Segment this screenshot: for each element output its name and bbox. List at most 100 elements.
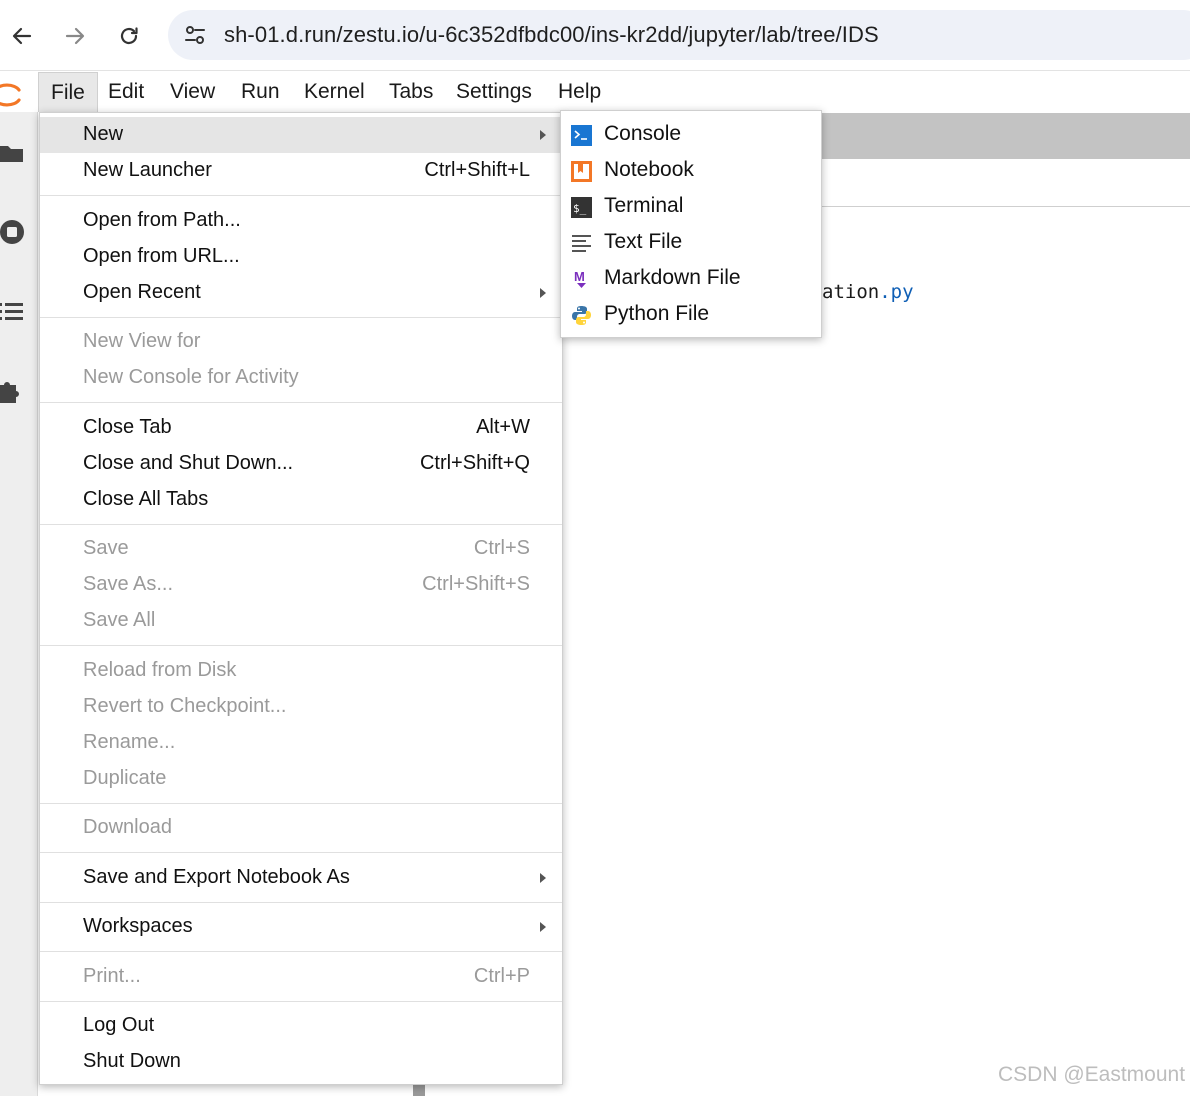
file-menu-save-and-export-notebook-as[interactable]: Save and Export Notebook As bbox=[40, 860, 562, 896]
new-text-file[interactable]: Text File bbox=[561, 225, 821, 261]
file-menu-rename[interactable]: Rename... bbox=[40, 725, 562, 761]
filename-partial: ation bbox=[822, 281, 880, 303]
menu-separator bbox=[40, 195, 562, 196]
menu-separator bbox=[40, 402, 562, 403]
reload-button[interactable] bbox=[109, 16, 149, 56]
arrow-left-icon bbox=[12, 27, 32, 45]
menu-kernel[interactable]: Kernel bbox=[292, 72, 377, 112]
file-menu-label: Revert to Checkpoint... bbox=[83, 695, 287, 717]
jupyter-logo-icon[interactable] bbox=[0, 78, 24, 112]
new-python-file[interactable]: Python File bbox=[561, 297, 821, 333]
url-text[interactable]: sh-01.d.run/zestu.io/u-6c352dfbdc00/ins-… bbox=[224, 22, 879, 48]
file-menu-reload-from-disk[interactable]: Reload from Disk bbox=[40, 653, 562, 689]
file-menu-duplicate[interactable]: Duplicate bbox=[40, 761, 562, 797]
svg-text:M: M bbox=[574, 269, 585, 284]
file-menu-label: Open from URL... bbox=[83, 245, 240, 267]
file-menu-shortcut: Ctrl+Shift+L bbox=[424, 159, 530, 181]
file-menu-save[interactable]: Save Ctrl+S bbox=[40, 531, 562, 567]
file-menu-print[interactable]: Print... Ctrl+P bbox=[40, 959, 562, 995]
file-menu-label: Open from Path... bbox=[83, 209, 241, 231]
file-menu-label: Duplicate bbox=[83, 767, 167, 789]
notebook-icon bbox=[571, 161, 592, 182]
back-button[interactable] bbox=[2, 16, 42, 56]
extension-puzzle-icon[interactable] bbox=[0, 375, 30, 405]
site-info-button[interactable] bbox=[180, 20, 210, 50]
file-menu-label: Log Out bbox=[83, 1014, 155, 1036]
new-notebook[interactable]: Notebook bbox=[561, 153, 821, 189]
file-menu-new-console-for-activity[interactable]: New Console for Activity bbox=[40, 360, 562, 396]
file-menu-revert-to-checkpoint[interactable]: Revert to Checkpoint... bbox=[40, 689, 562, 725]
markdown-icon: M bbox=[574, 269, 586, 288]
file-menu-label: Save All bbox=[83, 609, 156, 631]
file-menu-new-view-for[interactable]: New View for bbox=[40, 324, 562, 360]
menu-run[interactable]: Run bbox=[229, 72, 292, 112]
menu-tabs[interactable]: Tabs bbox=[377, 72, 445, 112]
reload-icon bbox=[120, 27, 138, 45]
file-menu-label: Save and Export Notebook As bbox=[83, 866, 350, 888]
forward-button[interactable] bbox=[55, 16, 95, 56]
file-menu-save-as[interactable]: Save As... Ctrl+Shift+S bbox=[40, 567, 562, 603]
running-kernels-icon[interactable] bbox=[0, 217, 30, 247]
left-sidebar bbox=[0, 112, 38, 1096]
menu-separator bbox=[40, 951, 562, 952]
file-menu-shortcut: Ctrl+Shift+Q bbox=[419, 452, 530, 474]
submenu-label: Notebook bbox=[604, 158, 694, 181]
file-menu-shut-down[interactable]: Shut Down bbox=[40, 1044, 562, 1080]
console-icon bbox=[571, 125, 592, 146]
text-file-icon bbox=[572, 235, 591, 252]
file-menu-open-from-url[interactable]: Open from URL... bbox=[40, 239, 562, 275]
menu-separator bbox=[40, 524, 562, 525]
file-menu-shortcut: Alt+W bbox=[476, 416, 530, 438]
new-console[interactable]: Console bbox=[561, 117, 821, 153]
file-menu-open-recent[interactable]: Open Recent bbox=[40, 275, 562, 311]
file-menu-label: Print... bbox=[83, 965, 141, 987]
file-menu-label: Close All Tabs bbox=[83, 488, 209, 510]
menu-help[interactable]: Help bbox=[546, 72, 613, 112]
new-submenu: Console Notebook $_ Terminal Text File M… bbox=[560, 110, 822, 338]
file-menu-workspaces[interactable]: Workspaces bbox=[40, 909, 562, 945]
file-menu-close-all-tabs[interactable]: Close All Tabs bbox=[40, 482, 562, 518]
watermark: CSDN @Eastmount bbox=[998, 1063, 1186, 1086]
file-menu-label: Save As... bbox=[83, 573, 174, 595]
file-menu-new[interactable]: New bbox=[40, 117, 562, 153]
file-menu-new-launcher[interactable]: New Launcher Ctrl+Shift+L bbox=[40, 153, 562, 189]
file-menu-label: New Console for Activity bbox=[83, 366, 299, 388]
file-menu-download[interactable]: Download bbox=[40, 810, 562, 846]
menu-settings[interactable]: Settings bbox=[444, 72, 544, 112]
file-menu-close-and-shut-down[interactable]: Close and Shut Down... Ctrl+Shift+Q bbox=[40, 446, 562, 482]
file-menu-label: New bbox=[83, 123, 124, 145]
python-icon bbox=[572, 306, 591, 325]
file-menu-label: New Launcher bbox=[83, 159, 212, 181]
jupyter-menubar: File Edit View Run Kernel Tabs Settings … bbox=[0, 72, 1190, 112]
submenu-label: Terminal bbox=[604, 194, 684, 217]
address-bar[interactable]: sh-01.d.run/zestu.io/u-6c352dfbdc00/ins-… bbox=[168, 10, 1190, 60]
menu-file[interactable]: File bbox=[38, 72, 98, 112]
table-of-contents-icon[interactable] bbox=[0, 296, 30, 326]
filename-extension: .py bbox=[879, 281, 914, 303]
file-menu-label: Shut Down bbox=[83, 1050, 181, 1072]
file-menu-open-from-path[interactable]: Open from Path... bbox=[40, 203, 562, 239]
file-menu-label: Workspaces bbox=[83, 915, 193, 937]
folder-icon[interactable] bbox=[0, 138, 30, 168]
menu-separator bbox=[40, 645, 562, 646]
terminal-icon: $_ bbox=[571, 197, 592, 218]
arrow-right-icon bbox=[65, 27, 85, 45]
new-markdown-file[interactable]: M Markdown File bbox=[561, 261, 821, 297]
file-menu-log-out[interactable]: Log Out bbox=[40, 1008, 562, 1044]
file-menu-close-tab[interactable]: Close Tab Alt+W bbox=[40, 410, 562, 446]
submenu-label: Python File bbox=[604, 302, 710, 325]
file-menu-save-all[interactable]: Save All bbox=[40, 603, 562, 639]
menu-separator bbox=[40, 803, 562, 804]
file-browser-entry[interactable]: ation.py bbox=[822, 281, 914, 303]
file-menu-label: Open Recent bbox=[83, 281, 201, 303]
file-menu-shortcut: Ctrl+Shift+S bbox=[422, 573, 530, 595]
menu-view[interactable]: View bbox=[158, 72, 227, 112]
submenu-arrow-icon bbox=[540, 922, 546, 932]
file-menu-label: Rename... bbox=[83, 731, 176, 753]
file-menu-label: Save bbox=[83, 537, 129, 559]
file-menu-label: Download bbox=[83, 816, 172, 838]
file-menu-shortcut: Ctrl+S bbox=[473, 537, 530, 559]
new-terminal[interactable]: $_ Terminal bbox=[561, 189, 821, 225]
browser-toolbar: sh-01.d.run/zestu.io/u-6c352dfbdc00/ins-… bbox=[0, 0, 1190, 71]
menu-edit[interactable]: Edit bbox=[96, 72, 156, 112]
